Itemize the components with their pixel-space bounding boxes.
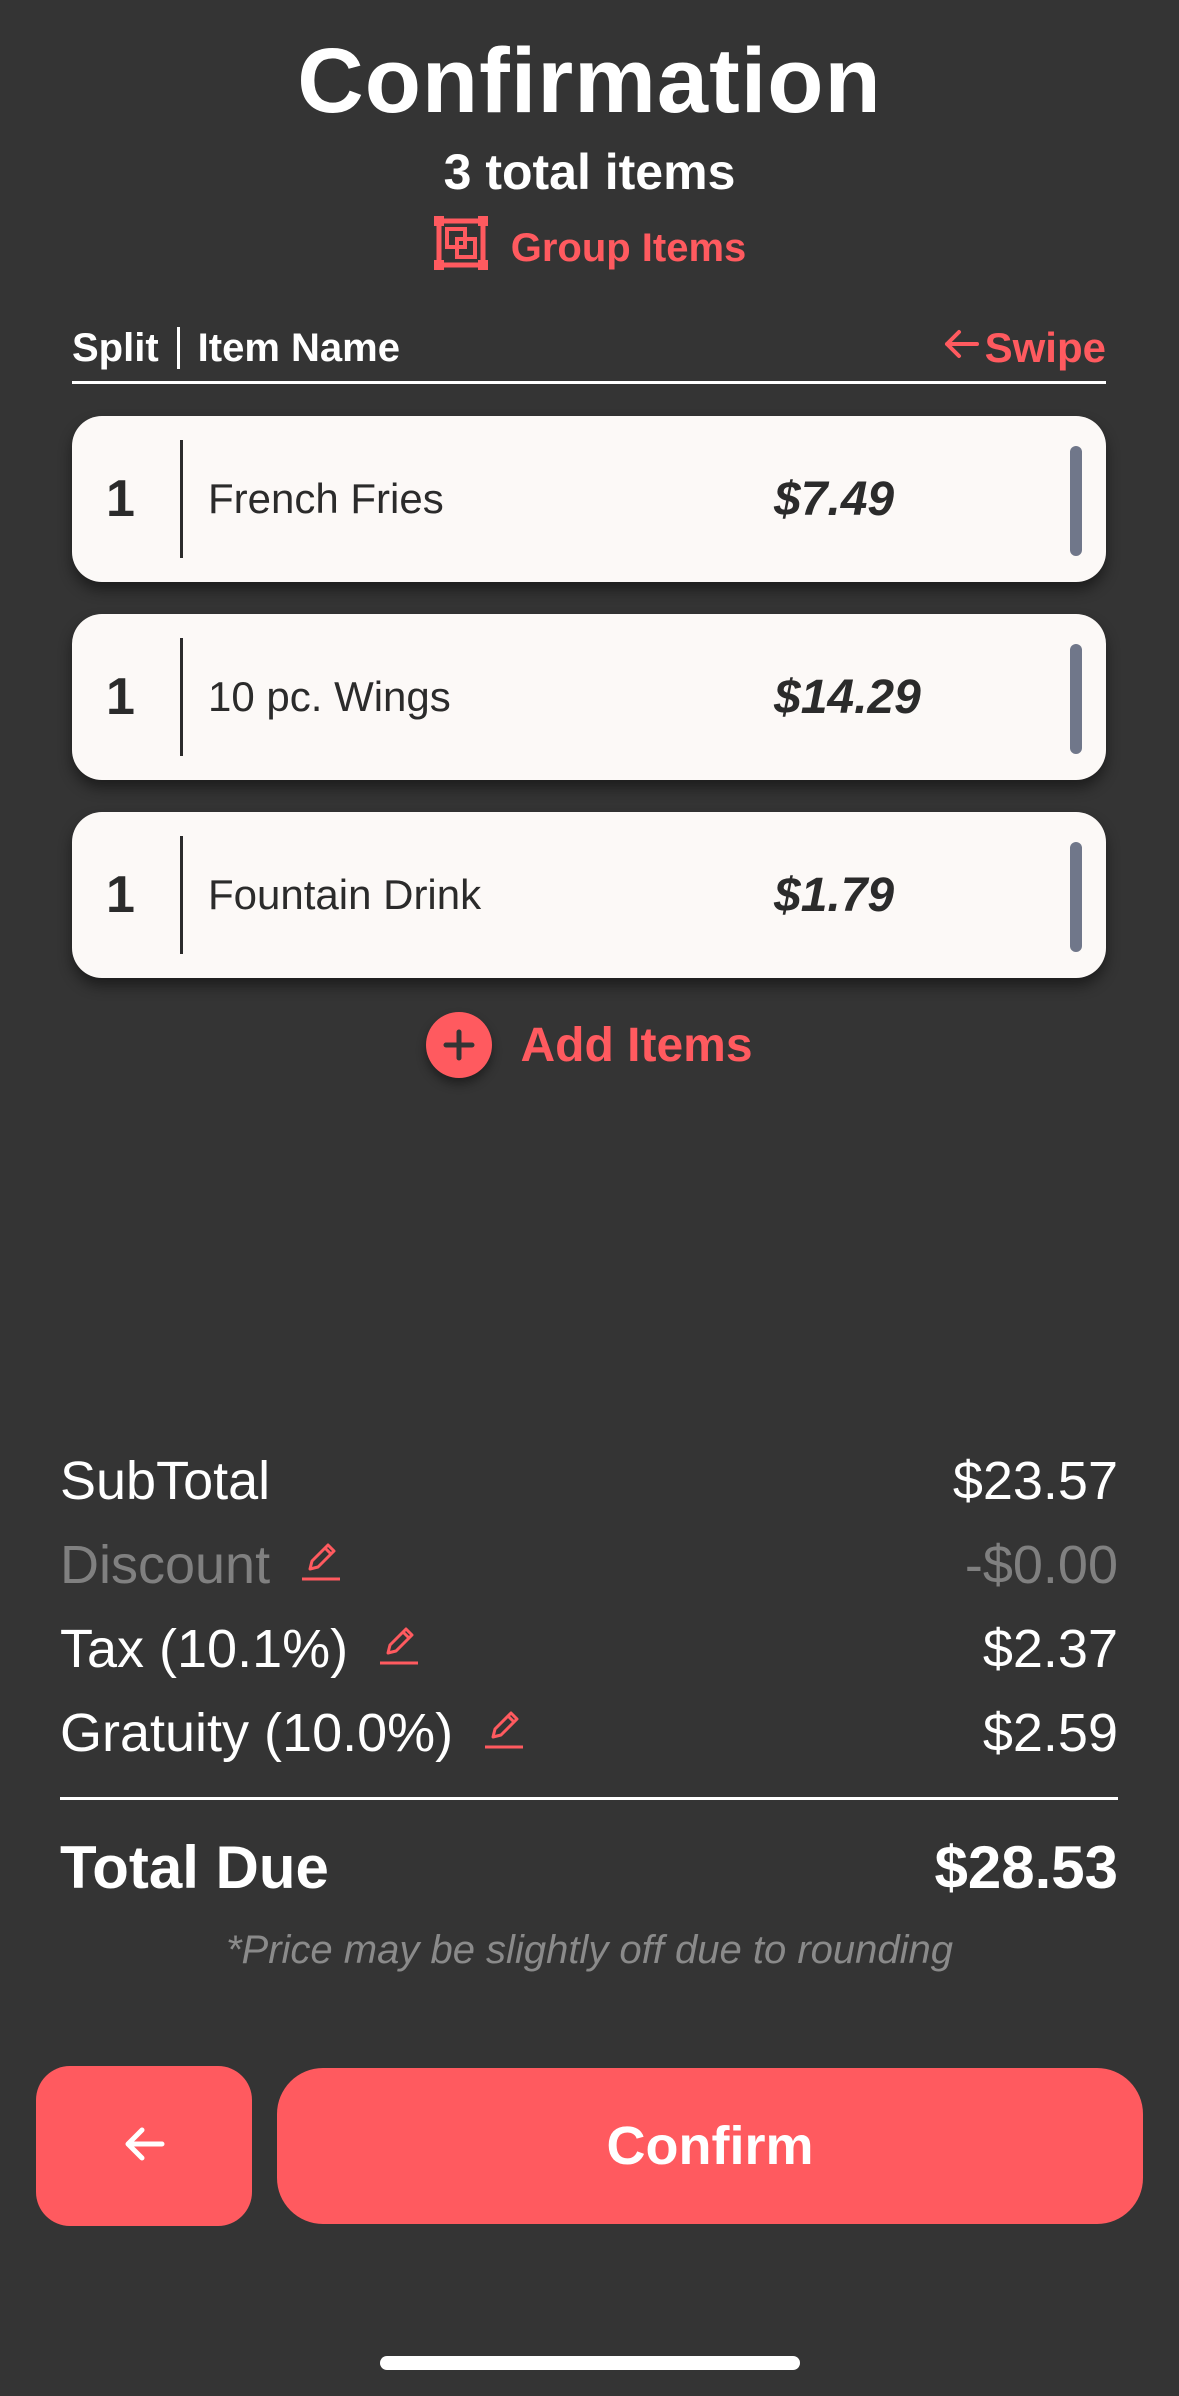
drag-handle[interactable] bbox=[1070, 446, 1082, 556]
total-label: Total Due bbox=[60, 1833, 329, 1901]
pencil-icon[interactable] bbox=[298, 1534, 344, 1596]
add-items-label: Add Items bbox=[520, 1018, 753, 1072]
item-row[interactable]: 1 French Fries $7.49 bbox=[72, 416, 1106, 582]
home-indicator[interactable] bbox=[380, 2356, 800, 2370]
total-row: Total Due $28.53 bbox=[60, 1832, 1118, 1902]
item-split-qty[interactable]: 1 bbox=[106, 812, 166, 978]
item-name: French Fries bbox=[208, 475, 444, 522]
arrow-left-icon bbox=[941, 324, 981, 372]
header-divider bbox=[72, 381, 1106, 384]
drag-handle[interactable] bbox=[1070, 842, 1082, 952]
subtotal-row: SubTotal $23.57 bbox=[60, 1446, 1118, 1516]
item-price: $7.49 bbox=[774, 472, 895, 526]
drag-handle[interactable] bbox=[1070, 644, 1082, 754]
add-items-button[interactable]: Add Items bbox=[0, 1010, 1179, 1080]
item-count: 3 total items bbox=[443, 144, 736, 200]
rounding-note: *Price may be slightly off due to roundi… bbox=[225, 1928, 954, 1972]
item-name: Fountain Drink bbox=[208, 871, 482, 918]
column-header: Split Item Name Swipe bbox=[72, 318, 1106, 378]
group-items-icon bbox=[433, 215, 489, 281]
confirm-button[interactable]: Confirm bbox=[277, 2068, 1143, 2224]
gratuity-row: Gratuity (10.0%) $2.59 bbox=[60, 1698, 1118, 1768]
item-divider bbox=[180, 440, 183, 558]
gratuity-label: Gratuity (10.0%) bbox=[60, 1703, 454, 1763]
swipe-hint: Swipe bbox=[941, 324, 1106, 372]
item-divider bbox=[180, 638, 183, 756]
swipe-label: Swipe bbox=[984, 324, 1106, 371]
item-row[interactable]: 1 Fountain Drink $1.79 bbox=[72, 812, 1106, 978]
plus-circle-icon bbox=[426, 1012, 493, 1078]
subtotal-label: SubTotal bbox=[60, 1451, 271, 1511]
item-split-qty[interactable]: 1 bbox=[106, 614, 166, 780]
back-button[interactable] bbox=[36, 2066, 252, 2226]
total-divider bbox=[60, 1797, 1118, 1800]
item-price: $14.29 bbox=[774, 670, 921, 724]
item-divider bbox=[180, 836, 183, 954]
item-price: $1.79 bbox=[774, 868, 895, 922]
pencil-icon[interactable] bbox=[481, 1702, 527, 1764]
discount-label: Discount bbox=[60, 1535, 271, 1595]
item-name: 10 pc. Wings bbox=[208, 673, 451, 720]
arrow-left-icon bbox=[120, 2124, 168, 2169]
pencil-icon[interactable] bbox=[376, 1618, 422, 1680]
tax-value: $2.37 bbox=[982, 1619, 1118, 1679]
split-column-label: Split bbox=[72, 325, 159, 370]
tax-label: Tax (10.1%) bbox=[60, 1619, 349, 1679]
discount-value: -$0.00 bbox=[964, 1535, 1118, 1595]
group-items-button[interactable]: Group Items bbox=[0, 215, 1179, 281]
item-row[interactable]: 1 10 pc. Wings $14.29 bbox=[72, 614, 1106, 780]
discount-row: Discount -$0.00 bbox=[60, 1530, 1118, 1600]
total-value: $28.53 bbox=[934, 1833, 1118, 1901]
item-name-column-label: Item Name bbox=[197, 325, 400, 370]
subtotal-value: $23.57 bbox=[952, 1451, 1118, 1511]
item-split-qty[interactable]: 1 bbox=[106, 416, 166, 582]
gratuity-value: $2.59 bbox=[982, 1703, 1118, 1763]
tax-row: Tax (10.1%) $2.37 bbox=[60, 1614, 1118, 1684]
group-items-label: Group Items bbox=[510, 225, 747, 270]
page-title: Confirmation bbox=[297, 30, 882, 132]
column-divider bbox=[176, 327, 180, 369]
